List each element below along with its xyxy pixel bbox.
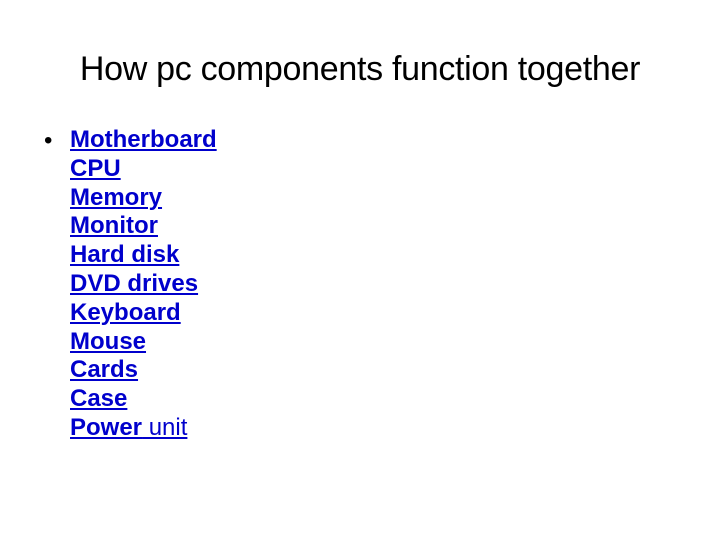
list-item: Hard disk <box>70 241 217 270</box>
list-item: Mouse <box>70 328 217 357</box>
list-item: Keyboard <box>70 299 217 328</box>
link-hard-disk[interactable]: Hard disk <box>70 241 179 268</box>
list-item: Cards <box>70 356 217 385</box>
link-monitor[interactable]: Monitor <box>70 212 158 239</box>
link-motherboard[interactable]: Motherboard <box>70 126 217 153</box>
list-item: Monitor <box>70 212 217 241</box>
list-item: Case <box>70 385 217 414</box>
link-power-unit[interactable]: Power unit <box>70 414 187 441</box>
slide-title: How pc components function together <box>79 50 641 88</box>
list-item: Motherboard <box>70 126 217 155</box>
link-dvd-drives[interactable]: DVD drives <box>70 270 198 297</box>
list-item: Power unit <box>70 414 217 443</box>
list-item: CPU <box>70 155 217 184</box>
link-cards[interactable]: Cards <box>70 356 138 383</box>
link-case[interactable]: Case <box>70 385 127 412</box>
link-memory[interactable]: Memory <box>70 184 162 211</box>
link-keyboard[interactable]: Keyboard <box>70 299 181 326</box>
component-link-list: Motherboard CPU Memory Monitor Hard disk… <box>70 126 217 443</box>
bullet-icon: • <box>44 127 53 154</box>
link-mouse[interactable]: Mouse <box>70 328 146 355</box>
list-item: Memory <box>70 184 217 213</box>
link-cpu[interactable]: CPU <box>70 155 121 182</box>
list-item: DVD drives <box>70 270 217 299</box>
